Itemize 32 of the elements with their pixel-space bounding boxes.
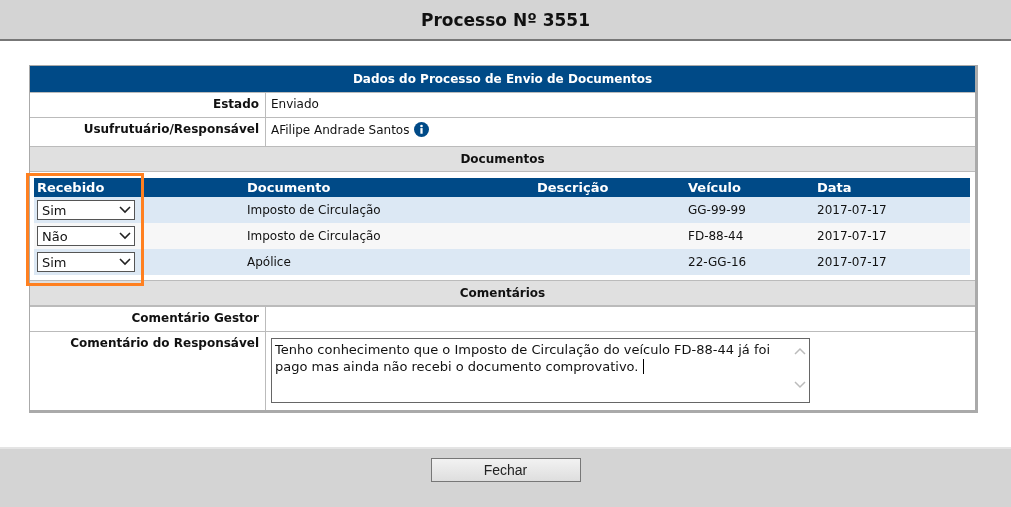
- table-cell: 2017-07-17: [817, 255, 887, 269]
- info-icon[interactable]: [414, 122, 430, 137]
- table-cell: Apólice: [247, 255, 291, 269]
- field-label: Comentário do Responsável: [30, 332, 266, 410]
- field-value: Enviado: [271, 97, 319, 111]
- table-cell: 2017-07-17: [817, 203, 887, 217]
- chevron-icon: [119, 258, 131, 266]
- table-cell: Imposto de Circulação: [247, 229, 381, 243]
- column-header: Descrição: [534, 178, 685, 197]
- table-cell: 22-GG-16: [688, 255, 747, 269]
- recebido-select[interactable]: Não: [37, 226, 135, 246]
- chevron-icon: [119, 206, 131, 214]
- table-cell: Imposto de Circulação: [247, 203, 381, 217]
- field-value: AFilipe Andrade Santos: [271, 122, 410, 137]
- column-header: Data: [814, 178, 970, 197]
- field-label: Comentário Gestor: [30, 307, 266, 331]
- close-button[interactable]: Fechar: [430, 458, 581, 482]
- column-header: Veículo: [685, 178, 814, 197]
- page-title: Processo Nº 3551: [0, 0, 1011, 41]
- table-cell: 2017-07-17: [817, 229, 887, 243]
- comment-field[interactable]: Tenho conhecimento que o Imposto de Circulação do veículo FD-88-44 já foi pago mas ainda não recebi o documento comprovativo.: [271, 338, 810, 403]
- panel-header: Dados do Processo de Envio de Documentos: [30, 66, 975, 92]
- recebido-select[interactable]: Sim: [37, 200, 135, 220]
- table-cell: FD-88-44: [688, 229, 744, 243]
- chevron-icon: [119, 232, 131, 240]
- section-header: Documentos: [30, 146, 975, 172]
- column-header: Recebido: [34, 178, 244, 197]
- section-header: Comentários: [30, 280, 975, 306]
- field-label: Estado: [30, 93, 266, 117]
- recebido-select[interactable]: Sim: [37, 252, 135, 272]
- table-cell: GG-99-99: [688, 203, 746, 217]
- column-header: Documento: [244, 178, 534, 197]
